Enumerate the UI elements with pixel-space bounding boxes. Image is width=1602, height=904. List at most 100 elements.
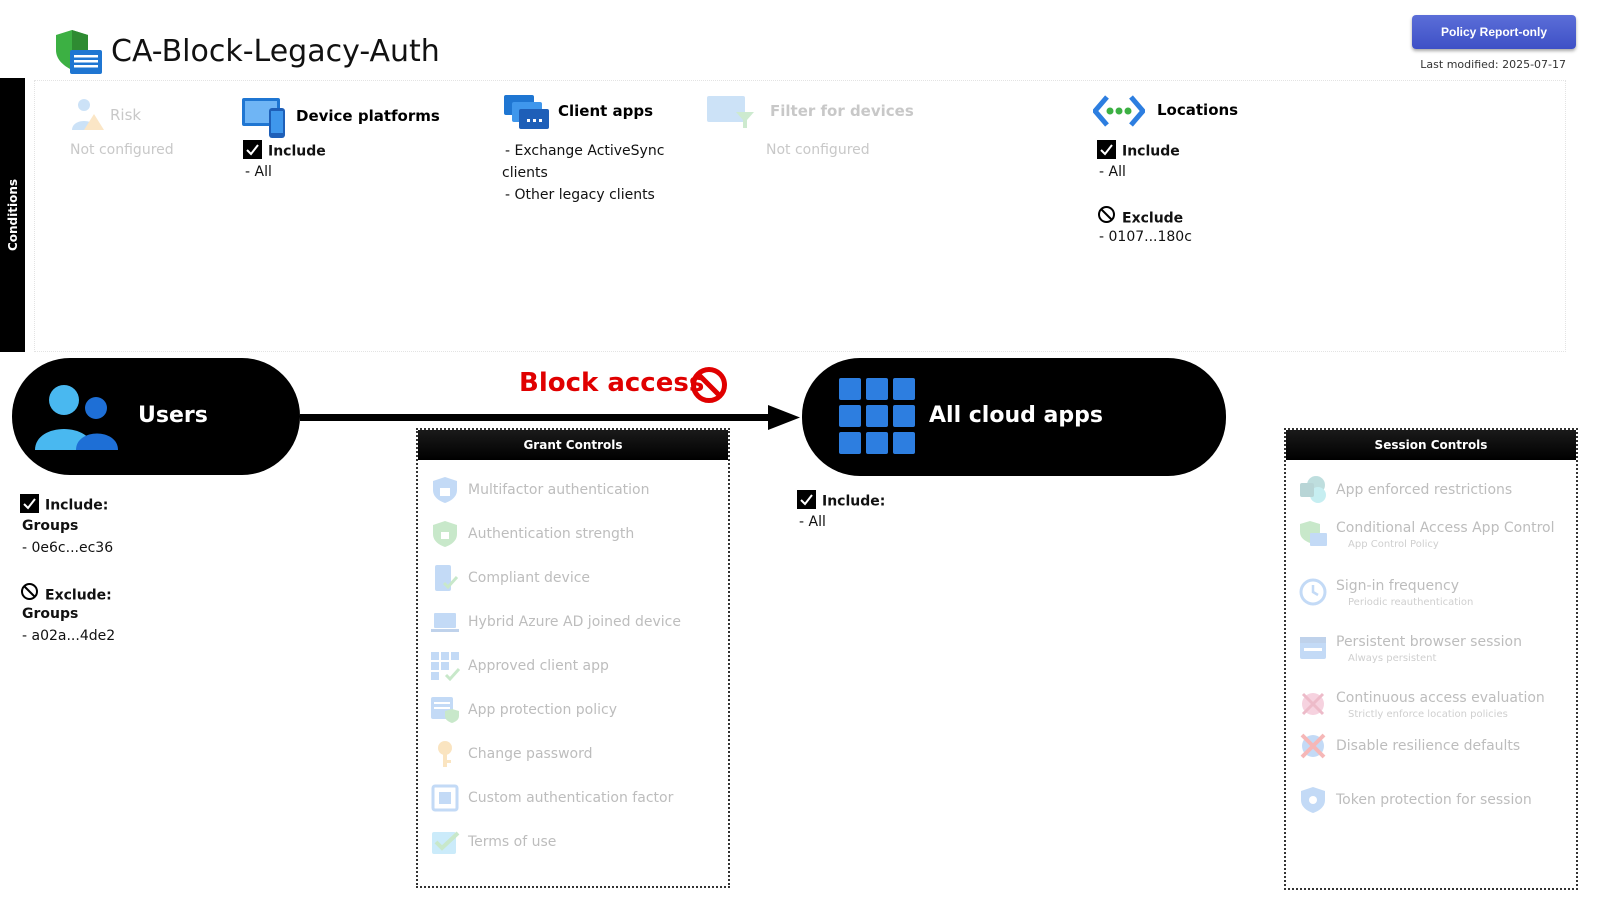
session-control-sub: Strictly enforce location policies xyxy=(1348,708,1508,720)
app-control-icon xyxy=(1298,519,1328,549)
shield-icon xyxy=(430,519,460,549)
session-control-label: App enforced restrictions xyxy=(1336,482,1513,498)
grant-control-compliant-device[interactable]: Compliant device xyxy=(430,562,590,594)
users-node[interactable]: Users xyxy=(12,358,300,475)
client-apps-item: clients xyxy=(502,165,548,181)
last-modified-text: Last modified: 2025-07-17 xyxy=(1420,58,1566,71)
locations-title: Locations xyxy=(1157,101,1239,119)
token-shield-icon xyxy=(1298,785,1328,815)
grant-control-custom-factor[interactable]: Custom authentication factor xyxy=(430,782,673,814)
sharepoint-icon xyxy=(1298,475,1328,505)
grant-control-label: Compliant device xyxy=(468,570,591,586)
session-control-label: Disable resilience defaults xyxy=(1336,738,1521,754)
locations-exclude-label: Exclude xyxy=(1122,210,1184,227)
block-icon xyxy=(690,366,728,404)
locations-exclude: Exclude xyxy=(1097,205,1184,230)
app-grid-icon xyxy=(430,651,461,682)
grant-control-approved-app[interactable]: Approved client app xyxy=(430,650,609,682)
session-control-persistent-browser[interactable]: Persistent browser session Always persist… xyxy=(1298,626,1522,670)
session-control-app-control[interactable]: Conditional Access App Control App Contro… xyxy=(1298,512,1555,556)
session-control-sub: Always persistent xyxy=(1348,652,1437,664)
users-include-type: Groups xyxy=(22,518,79,534)
session-control-sub: App Control Policy xyxy=(1348,538,1439,550)
grant-control-hybrid-joined[interactable]: Hybrid Azure AD joined device xyxy=(430,606,681,638)
session-control-sub: Periodic reauthentication xyxy=(1348,596,1474,608)
users-exclude-value: - a02a...4de2 xyxy=(22,628,116,644)
users-include: Include: xyxy=(20,494,109,515)
checkbox-icon xyxy=(797,490,816,509)
client-apps-title: Client apps xyxy=(558,102,654,120)
locations-exclude-value: - 0107...180c xyxy=(1099,229,1192,245)
grant-controls-panel: Grant Controls Multifactor authenticatio… xyxy=(416,428,730,888)
conditions-tab[interactable]: Conditions xyxy=(0,78,25,352)
grant-control-label: Authentication strength xyxy=(468,526,635,542)
device-platforms-title: Device platforms xyxy=(296,107,440,125)
policy-report-only-button[interactable]: Policy Report-only xyxy=(1412,15,1576,49)
client-apps-item: - Exchange ActiveSync xyxy=(505,143,665,159)
session-control-label: Persistent browser session xyxy=(1336,633,1522,650)
session-control-signin-frequency[interactable]: Sign-in frequency Periodic reauthenticati… xyxy=(1298,570,1473,614)
risk-title: Risk xyxy=(110,106,142,124)
grant-control-label: Terms of use xyxy=(468,834,557,850)
filter-devices-icon xyxy=(706,94,756,130)
users-exclude-type: Groups xyxy=(22,606,79,622)
session-control-label: Conditional Access App Control xyxy=(1336,519,1555,536)
laptop-icon xyxy=(430,607,460,637)
risk-value: Not configured xyxy=(70,142,174,158)
app-protection-icon xyxy=(430,695,460,725)
users-include-value: - 0e6c...ec36 xyxy=(22,540,114,556)
exclude-icon xyxy=(20,582,39,605)
grant-control-terms-of-use[interactable]: Terms of use xyxy=(430,826,556,858)
client-apps-item: - Other legacy clients xyxy=(505,187,655,203)
session-control-resilience[interactable]: Disable resilience defaults xyxy=(1298,730,1520,762)
cloud-apps-include-value: - All xyxy=(799,514,826,530)
policy-icon xyxy=(54,28,104,76)
terms-check-icon xyxy=(430,827,460,857)
session-controls-title: Session Controls xyxy=(1286,430,1576,460)
grant-control-label: Change password xyxy=(468,746,593,762)
session-control-label: Sign-in frequency xyxy=(1336,577,1460,594)
risk-icon xyxy=(70,96,106,132)
grant-control-app-protection[interactable]: App protection policy xyxy=(430,694,617,726)
compliant-device-icon xyxy=(430,563,460,593)
cloud-apps-node[interactable]: All cloud apps xyxy=(802,358,1226,476)
cloud-apps-include-label: Include: xyxy=(822,493,886,510)
device-platforms-include-value: - All xyxy=(245,164,272,180)
session-control-app-enforced[interactable]: App enforced restrictions xyxy=(1298,474,1512,506)
page-title: CA-Block-Legacy-Auth xyxy=(111,34,440,69)
users-include-label: Include: xyxy=(45,497,109,514)
session-control-label: Token protection for session xyxy=(1336,792,1532,808)
locations-icon xyxy=(1092,94,1146,128)
grant-control-label: Custom authentication factor xyxy=(468,790,674,806)
apps-grid-icon xyxy=(839,378,915,454)
grant-control-label: App protection policy xyxy=(468,702,617,718)
grant-control-change-password[interactable]: Change password xyxy=(430,738,593,770)
conditions-tab-label: Conditions xyxy=(5,178,20,252)
grant-controls-title: Grant Controls xyxy=(418,430,728,460)
session-control-token-protection[interactable]: Token protection for session xyxy=(1298,784,1532,816)
custom-factor-icon xyxy=(430,783,460,813)
resilience-icon xyxy=(1298,731,1328,761)
session-control-label: Continuous access evaluation xyxy=(1336,689,1545,706)
browser-icon xyxy=(1298,633,1328,663)
locations-include-label: Include xyxy=(1122,143,1180,160)
grant-control-label: Hybrid Azure AD joined device xyxy=(468,614,681,630)
grant-control-auth-strength[interactable]: Authentication strength xyxy=(430,518,634,550)
exclude-icon xyxy=(1097,205,1116,228)
checkbox-icon xyxy=(243,140,262,159)
block-access-label: Block access xyxy=(519,368,705,398)
grant-control-mfa[interactable]: Multifactor authentication xyxy=(430,474,649,506)
device-platforms-include: Include xyxy=(243,140,326,161)
key-icon xyxy=(430,739,460,769)
lock-shield-icon xyxy=(430,475,460,505)
cae-icon xyxy=(1298,689,1328,719)
filter-devices-value: Not configured xyxy=(766,142,870,158)
filter-devices-title: Filter for devices xyxy=(770,102,914,120)
locations-include-value: - All xyxy=(1099,164,1126,180)
session-controls-panel: Session Controls App enforced restrictio… xyxy=(1284,428,1578,890)
users-exclude-label: Exclude: xyxy=(45,587,112,604)
users-icon xyxy=(32,382,120,452)
session-control-cae[interactable]: Continuous access evaluation Strictly enf… xyxy=(1298,682,1545,726)
checkbox-icon xyxy=(1097,140,1116,159)
device-platforms-include-label: Include xyxy=(268,143,326,160)
